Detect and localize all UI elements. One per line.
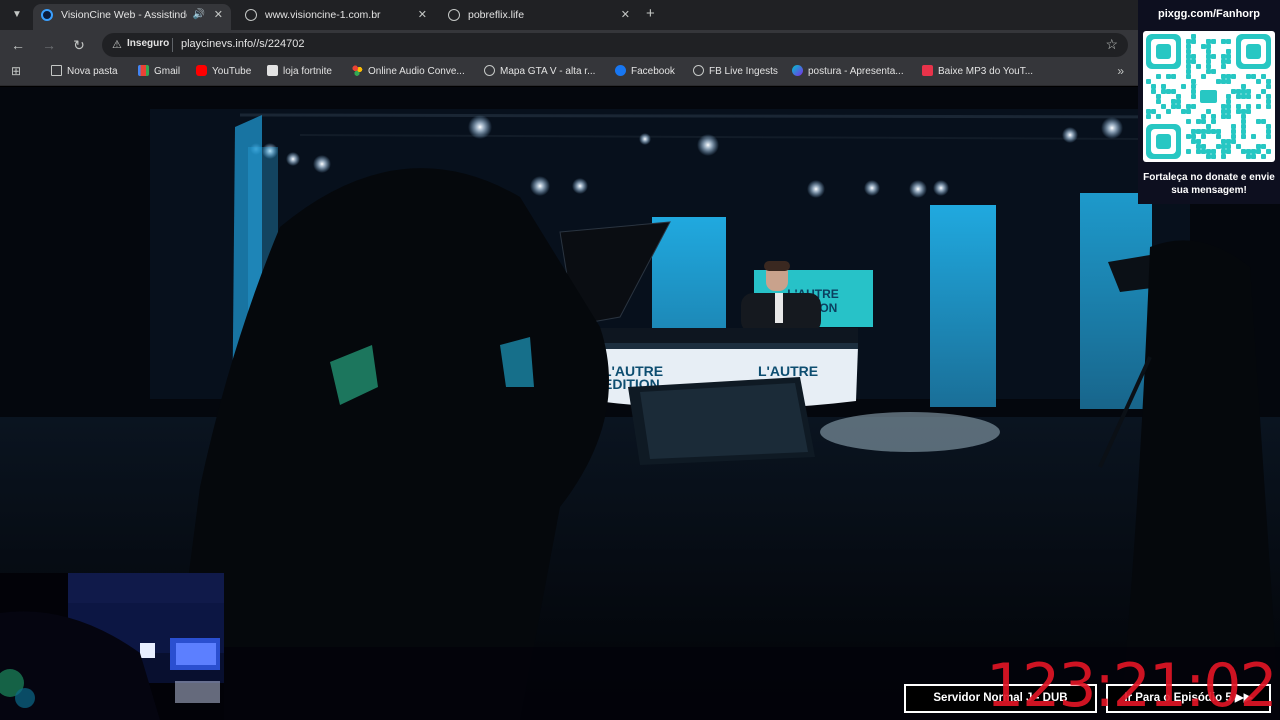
url-text[interactable]: playcinevs.info//s/224702 xyxy=(181,38,305,50)
globe-icon xyxy=(245,9,257,21)
folder-icon xyxy=(51,65,62,76)
new-tab-button[interactable]: + xyxy=(646,5,655,23)
fortnite-icon xyxy=(267,65,278,76)
download-icon xyxy=(922,65,933,76)
visioncine-favicon-icon xyxy=(41,9,53,21)
qr-code xyxy=(1143,31,1275,162)
tab-title: VisionCine Web - Assistindo xyxy=(61,9,187,21)
bookmark-online-audio[interactable]: Online Audio Conve... xyxy=(352,65,465,81)
tab-title: pobreflix.life xyxy=(468,9,525,21)
forward-arrow-icon[interactable]: → xyxy=(40,36,58,54)
close-tab-icon[interactable]: ✕ xyxy=(418,4,427,26)
gmail-icon xyxy=(138,65,149,76)
donation-link[interactable]: pixgg.com/Fanhorp xyxy=(1138,8,1280,20)
donation-qr-panel: pixgg.com/Fanhorp Fortaleça no donate e … xyxy=(1138,0,1280,204)
bookmark-postura[interactable]: postura - Apresenta... xyxy=(792,65,904,81)
donation-caption: Fortaleça no donate e envie sua mensagem… xyxy=(1143,172,1275,196)
bookmark-nova-pasta[interactable]: Nova pasta xyxy=(51,65,118,81)
facebook-icon xyxy=(615,65,626,76)
bookmark-baixe-mp3[interactable]: Baixe MP3 do YouT... xyxy=(922,65,1033,81)
browser-toolbar: ← → ↻ ⚠ Inseguro playcinevs.info//s/2247… xyxy=(0,30,1280,60)
globe-icon xyxy=(693,65,704,76)
warning-icon[interactable]: ⚠ xyxy=(112,38,122,51)
speaker-icon[interactable]: 🔊 xyxy=(193,4,205,26)
close-tab-icon[interactable]: ✕ xyxy=(621,4,630,26)
desk-sign-line-3: L'AUTRE xyxy=(758,363,818,379)
globe-icon xyxy=(484,65,495,76)
tab-title: www.visioncine-1.com.br xyxy=(265,9,381,21)
address-bar[interactable]: ⚠ Inseguro playcinevs.info//s/224702 ☆ xyxy=(102,33,1128,57)
bookmark-fb-live[interactable]: FB Live Ingests xyxy=(693,65,778,81)
bookmark-star-icon[interactable]: ☆ xyxy=(1105,36,1118,53)
youtube-icon xyxy=(196,65,207,76)
audio-converter-icon xyxy=(352,65,363,76)
globe-icon xyxy=(448,9,460,21)
tab-visioncine[interactable]: VisionCine Web - Assistindo 🔊 ✕ xyxy=(33,4,231,30)
stream-timer: 123:21:02 xyxy=(986,651,1278,720)
reload-icon[interactable]: ↻ xyxy=(70,36,88,54)
bookmark-facebook[interactable]: Facebook xyxy=(615,65,675,81)
screen: ▼ VisionCine Web - Assistindo 🔊 ✕ www.vi… xyxy=(0,0,1280,720)
tab-pobreflix[interactable]: pobreflix.life ✕ xyxy=(440,4,638,30)
security-label[interactable]: Inseguro xyxy=(127,38,169,49)
back-arrow-icon[interactable]: ← xyxy=(9,36,27,54)
canva-icon xyxy=(792,65,803,76)
bookmark-gmail[interactable]: Gmail xyxy=(138,65,180,81)
apps-grid-icon[interactable]: ⊞ xyxy=(11,64,21,80)
more-bookmarks-chevron-icon[interactable]: » xyxy=(1117,64,1124,78)
divider xyxy=(172,38,173,52)
bookmark-mapa-gta[interactable]: Mapa GTA V - alta r... xyxy=(484,65,595,81)
tab-search-chevron-icon[interactable]: ▼ xyxy=(8,6,26,24)
tab-strip: ▼ VisionCine Web - Assistindo 🔊 ✕ www.vi… xyxy=(0,0,1280,30)
close-tab-icon[interactable]: ✕ xyxy=(214,4,223,26)
webcam-overlay xyxy=(0,573,224,720)
bookmark-youtube[interactable]: YouTube xyxy=(196,65,251,81)
bookmarks-bar: ⊞ Nova pasta Gmail YouTube loja fortnite… xyxy=(0,60,1280,86)
bookmark-loja-fortnite[interactable]: loja fortnite xyxy=(267,65,332,81)
tab-visioncine-1[interactable]: www.visioncine-1.com.br ✕ xyxy=(237,4,435,30)
